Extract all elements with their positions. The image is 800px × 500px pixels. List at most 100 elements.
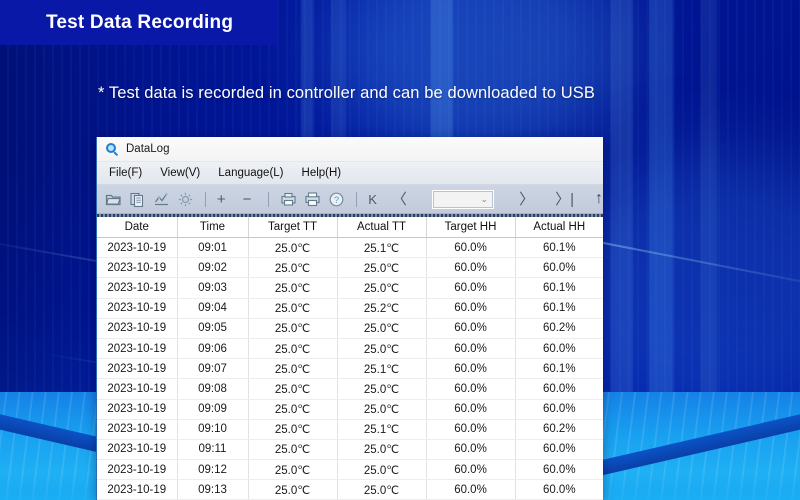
menu-item-view[interactable]: View(V) [160, 167, 200, 179]
table-cell: 60.1% [515, 359, 603, 379]
table-row[interactable]: 2023-10-1909:0825.0℃25.0℃60.0%60.0% [97, 379, 603, 399]
zoom-out-button[interactable]: − [243, 192, 252, 207]
column-header-target-hh[interactable]: Target HH [426, 217, 515, 238]
table-cell: 09:07 [177, 359, 248, 379]
table-row[interactable]: 2023-10-1909:1125.0℃25.0℃60.0%60.0% [97, 439, 603, 459]
table-row[interactable]: 2023-10-1909:1325.0℃25.0℃60.0%60.0% [97, 480, 603, 500]
print-icon[interactable] [304, 191, 321, 208]
table-cell: 2023-10-19 [97, 298, 177, 318]
column-header-target-tt[interactable]: Target TT [248, 217, 337, 238]
table-cell: 25.0℃ [337, 318, 426, 338]
data-table-container[interactable]: DateTimeTarget TTActual TTTarget HHActua… [97, 217, 603, 500]
table-cell: 60.0% [426, 318, 515, 338]
table-cell: 25.0℃ [337, 399, 426, 419]
table-cell: 2023-10-19 [97, 439, 177, 459]
table-row[interactable]: 2023-10-1909:1225.0℃25.0℃60.0%60.0% [97, 460, 603, 480]
table-row[interactable]: 2023-10-1909:0525.0℃25.0℃60.0%60.2% [97, 318, 603, 338]
data-table: DateTimeTarget TTActual TTTarget HHActua… [97, 217, 603, 500]
table-row[interactable]: 2023-10-1909:0625.0℃25.0℃60.0%60.0% [97, 338, 603, 358]
table-cell: 25.0℃ [337, 480, 426, 500]
table-cell: 60.0% [515, 439, 603, 459]
menu-item-file[interactable]: File(F) [109, 167, 142, 179]
chevron-down-icon: ⌄ [481, 194, 489, 205]
window-titlebar: DataLog [97, 137, 603, 162]
table-cell: 25.1℃ [337, 238, 426, 258]
table-cell: 60.0% [515, 338, 603, 358]
svg-text:?: ? [334, 195, 339, 205]
toolbar: + − ? K 〈 ⌄ 〉 〉| ↑ [97, 185, 603, 214]
table-row[interactable]: 2023-10-1909:0925.0℃25.0℃60.0%60.0% [97, 399, 603, 419]
table-cell: 25.0℃ [248, 480, 337, 500]
table-cell: 60.0% [515, 480, 603, 500]
table-cell: 25.0℃ [248, 359, 337, 379]
table-header-row: DateTimeTarget TTActual TTTarget HHActua… [97, 217, 603, 238]
settings-gear-icon[interactable] [177, 191, 194, 208]
table-cell: 25.0℃ [248, 238, 337, 258]
nav-last-button[interactable]: 〉| [555, 192, 574, 207]
table-cell: 25.0℃ [337, 338, 426, 358]
menu-item-help[interactable]: Help(H) [302, 167, 342, 179]
menu-bar: File(F) View(V) Language(L) Help(H) [97, 162, 603, 185]
table-cell: 60.0% [426, 419, 515, 439]
table-cell: 09:09 [177, 399, 248, 419]
table-cell: 09:10 [177, 419, 248, 439]
table-row[interactable]: 2023-10-1909:0325.0℃25.0℃60.0%60.1% [97, 278, 603, 298]
window-title: DataLog [126, 143, 169, 155]
table-cell: 60.0% [515, 379, 603, 399]
table-row[interactable]: 2023-10-1909:0225.0℃25.0℃60.0%60.0% [97, 258, 603, 278]
table-cell: 2023-10-19 [97, 258, 177, 278]
table-row[interactable]: 2023-10-1909:1025.0℃25.1℃60.0%60.2% [97, 419, 603, 439]
toolbar-separator [268, 192, 269, 207]
column-header-time[interactable]: Time [177, 217, 248, 238]
column-header-date[interactable]: Date [97, 217, 177, 238]
table-cell: 60.1% [515, 278, 603, 298]
table-cell: 25.0℃ [248, 338, 337, 358]
column-header-actual-tt[interactable]: Actual TT [337, 217, 426, 238]
table-body: 2023-10-1909:0125.0℃25.1℃60.0%60.1%2023-… [97, 238, 603, 500]
table-cell: 60.0% [426, 379, 515, 399]
magnifier-icon [106, 143, 119, 156]
nav-next-button[interactable]: 〉 [519, 192, 534, 207]
table-cell: 25.0℃ [337, 460, 426, 480]
table-cell: 25.0℃ [248, 298, 337, 318]
table-cell: 25.1℃ [337, 359, 426, 379]
nav-prev-button[interactable]: 〈 [392, 192, 407, 207]
table-cell: 2023-10-19 [97, 359, 177, 379]
chart-icon[interactable] [153, 191, 170, 208]
page-select-combobox[interactable]: ⌄ [432, 190, 494, 209]
table-row[interactable]: 2023-10-1909:0425.0℃25.2℃60.0%60.1% [97, 298, 603, 318]
zoom-in-button[interactable]: + [217, 192, 226, 207]
table-cell: 25.1℃ [337, 419, 426, 439]
copy-documents-icon[interactable] [129, 191, 146, 208]
table-cell: 2023-10-19 [97, 460, 177, 480]
print-preview-icon[interactable] [280, 191, 297, 208]
column-header-actual-hh[interactable]: Actual HH [515, 217, 603, 238]
table-cell: 60.0% [426, 480, 515, 500]
nav-first-button[interactable]: K [368, 193, 377, 206]
subtitle-note: * Test data is recorded in controller an… [98, 84, 595, 103]
table-cell: 09:13 [177, 480, 248, 500]
table-cell: 25.0℃ [337, 258, 426, 278]
datalog-window: DataLog File(F) View(V) Language(L) Help… [96, 137, 603, 500]
table-cell: 60.0% [515, 460, 603, 480]
toolbar-separator [356, 192, 357, 207]
menu-item-language[interactable]: Language(L) [218, 167, 283, 179]
table-cell: 25.0℃ [248, 318, 337, 338]
table-cell: 25.0℃ [248, 399, 337, 419]
table-cell: 09:06 [177, 338, 248, 358]
table-cell: 25.0℃ [248, 258, 337, 278]
table-cell: 25.0℃ [337, 278, 426, 298]
table-cell: 2023-10-19 [97, 278, 177, 298]
table-cell: 09:12 [177, 460, 248, 480]
table-cell: 2023-10-19 [97, 480, 177, 500]
help-circle-icon[interactable]: ? [328, 191, 345, 208]
table-row[interactable]: 2023-10-1909:0125.0℃25.1℃60.0%60.1% [97, 238, 603, 258]
table-cell: 60.0% [426, 460, 515, 480]
open-folder-icon[interactable] [105, 191, 122, 208]
table-cell: 25.0℃ [248, 460, 337, 480]
table-cell: 25.0℃ [248, 379, 337, 399]
table-cell: 60.0% [426, 399, 515, 419]
nav-up-button[interactable]: ↑ [595, 191, 603, 207]
table-cell: 09:11 [177, 439, 248, 459]
table-row[interactable]: 2023-10-1909:0725.0℃25.1℃60.0%60.1% [97, 359, 603, 379]
